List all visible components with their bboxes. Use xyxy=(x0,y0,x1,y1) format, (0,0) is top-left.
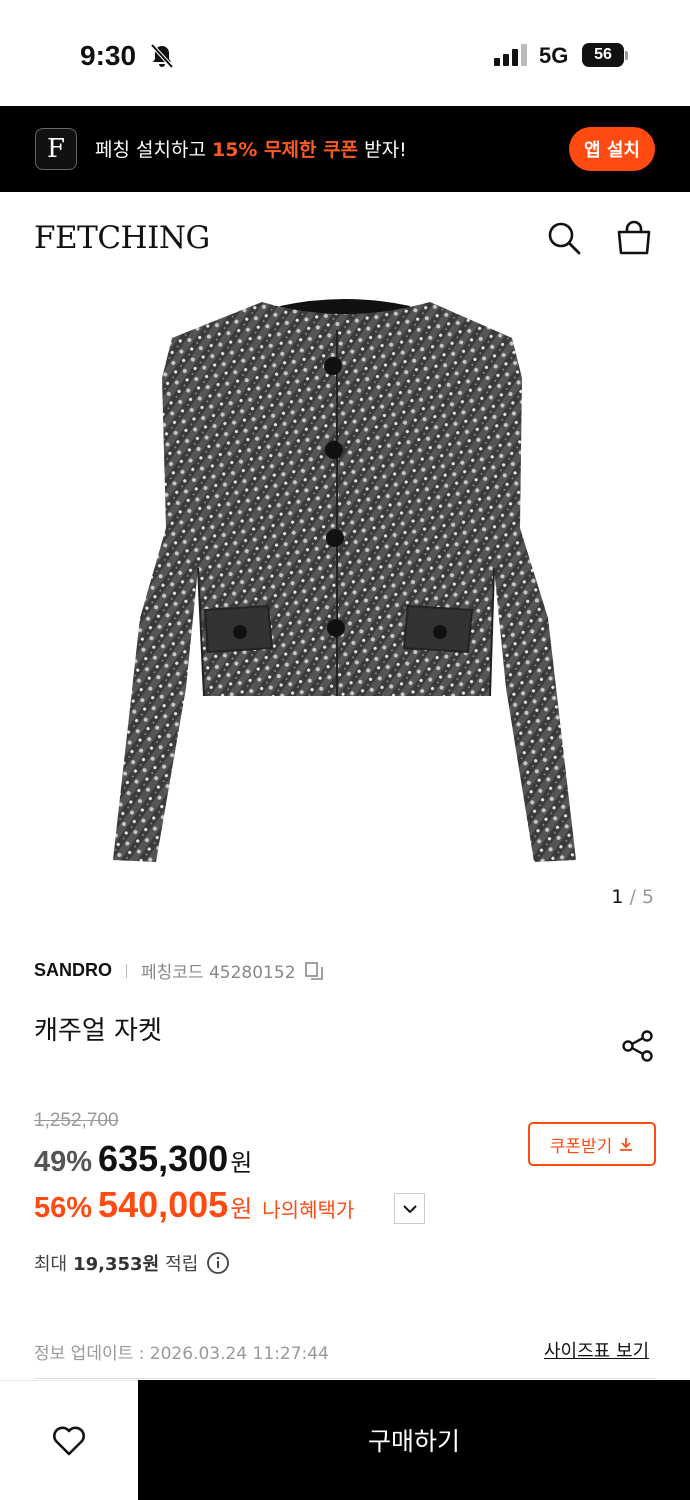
app-install-banner: F 페칭 설치하고 15% 무제한 쿠폰 받자! 앱 설치 xyxy=(0,106,690,192)
my-benefit-label: 나의혜택가 xyxy=(262,1198,355,1222)
divider xyxy=(126,963,128,978)
size-chart-link[interactable]: 사이즈표 보기 xyxy=(544,1337,649,1363)
battery-icon: 56 xyxy=(582,43,630,67)
search-icon[interactable] xyxy=(546,220,582,256)
signal-icon xyxy=(494,44,527,66)
bell-muted-icon xyxy=(150,43,174,69)
heart-icon xyxy=(53,1426,85,1455)
points-row: 최대 19,353원 적립 xyxy=(34,1250,230,1276)
status-bar: 9:30 5G 56 xyxy=(0,0,690,106)
section-divider xyxy=(34,1378,656,1379)
product-image[interactable] xyxy=(0,288,690,928)
original-price: 1,252,700 xyxy=(34,1110,119,1131)
bottom-action-bar: 구매하기 xyxy=(0,1380,690,1500)
download-icon xyxy=(620,1138,633,1151)
network-type: 5G xyxy=(539,43,569,68)
promo-text: 페칭 설치하고 15% 무제한 쿠폰 받자! xyxy=(95,139,407,161)
sale-price: 635,300 xyxy=(98,1138,229,1179)
discount-rate: 49% xyxy=(34,1146,93,1178)
fetching-app-logo: F xyxy=(35,128,77,170)
coupon-label: 쿠폰받기 xyxy=(549,1136,613,1157)
wishlist-button[interactable] xyxy=(0,1380,138,1500)
status-time: 9:30 xyxy=(80,40,137,71)
benefit-expand-button[interactable] xyxy=(394,1193,425,1224)
site-logo[interactable]: FETCHING xyxy=(34,220,210,256)
shopping-bag-icon[interactable] xyxy=(616,220,652,256)
benefit-price-row: 56% 540,005 원 나의혜택가 xyxy=(34,1184,354,1226)
brand-row: SANDRO 페칭코드 45280152 xyxy=(34,958,324,983)
coupon-download-button[interactable]: 쿠폰받기 xyxy=(528,1122,656,1166)
info-updated-timestamp: 정보 업데이트 : 2026.03.24 11:27:44 xyxy=(34,1344,329,1364)
currency-unit: 원 xyxy=(230,1195,253,1223)
site-header: FETCHING xyxy=(0,192,690,288)
product-code: 페칭코드 45280152 xyxy=(141,963,296,983)
points-amount: 19,353원 xyxy=(73,1254,160,1275)
battery-level: 56 xyxy=(582,43,624,67)
sale-price-row: 49% 635,300 원 xyxy=(34,1138,252,1180)
chevron-down-icon xyxy=(402,1204,417,1213)
currency-unit: 원 xyxy=(230,1149,253,1177)
info-icon[interactable] xyxy=(206,1251,230,1275)
benefit-price: 540,005 xyxy=(98,1184,229,1225)
image-pager: 1 / 5 xyxy=(611,886,654,908)
product-name: 캐주얼 자켓 xyxy=(34,1016,162,1046)
benefit-discount-rate: 56% xyxy=(34,1192,93,1224)
brand-name[interactable]: SANDRO xyxy=(34,960,112,981)
share-icon[interactable] xyxy=(620,1028,656,1064)
buy-button[interactable]: 구매하기 xyxy=(138,1380,690,1500)
product-jacket-image xyxy=(113,299,576,862)
copy-icon[interactable] xyxy=(304,961,324,981)
app-install-button[interactable]: 앱 설치 xyxy=(569,127,655,171)
